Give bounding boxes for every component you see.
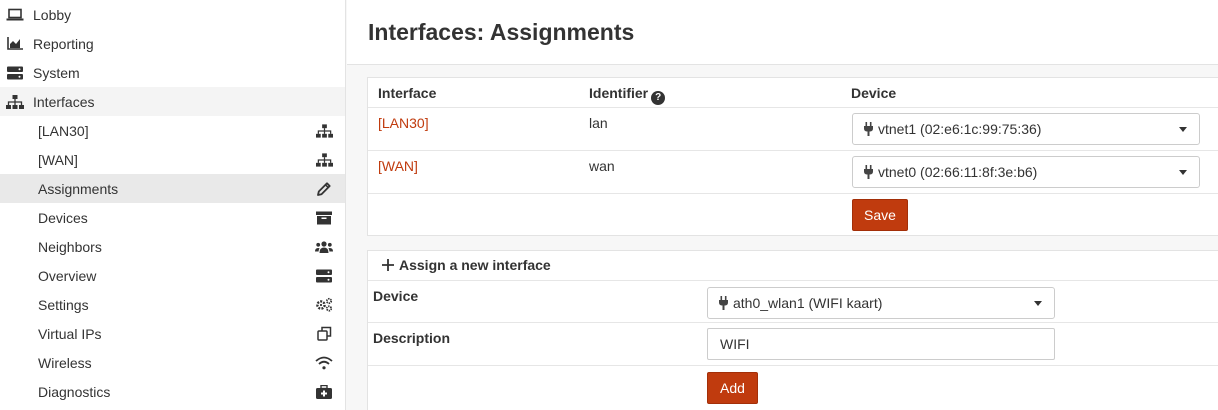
device-select-value: vtnet0 (02:66:11:8f:3e:b6) (878, 164, 1038, 180)
sidebar-item-system[interactable]: System (0, 58, 345, 87)
table-header: Interface Identifier? Device (368, 78, 1218, 108)
page-title: Interfaces: Assignments (347, 0, 1218, 65)
plug-icon (863, 122, 875, 136)
sidebar-item-wan[interactable]: [WAN] (0, 145, 345, 174)
sidebar-item-label: Assignments (38, 180, 119, 197)
help-icon[interactable]: ? (651, 90, 666, 105)
sitemap-icon (6, 94, 24, 109)
add-button[interactable]: Add (707, 372, 758, 404)
sidebar-item-label: Diagnostics (38, 383, 111, 400)
sidebar-item-label: Lobby (33, 6, 72, 23)
sidebar-item-label: Neighbors (38, 238, 102, 255)
sidebar-item-label: [LAN30] (38, 122, 89, 139)
sidebar-item-overview[interactable]: Overview (0, 261, 345, 290)
sidebar-item-devices[interactable]: Devices (0, 203, 345, 232)
cogs-icon (315, 297, 333, 313)
sidebar-item-virtual-ips[interactable]: Virtual IPs (0, 319, 345, 348)
new-device-select-value: ath0_wlan1 (WIFI kaart) (733, 295, 883, 311)
save-button[interactable]: Save (852, 199, 908, 231)
archive-icon (315, 210, 333, 226)
assign-new-interface-title: Assign a new interface (382, 257, 551, 273)
sitemap-icon (315, 123, 333, 139)
description-label: Description (373, 330, 451, 346)
column-header-interface: Interface (378, 85, 437, 101)
sidebar-item-assignments[interactable]: Assignments (0, 174, 345, 203)
description-input[interactable]: WIFI (707, 328, 1055, 360)
sidebar-item-diagnostics[interactable]: Diagnostics (0, 377, 345, 406)
sidebar-item-label: Devices (38, 209, 88, 226)
server-icon (315, 268, 333, 284)
sidebar-item-label: Virtual IPs (38, 325, 102, 342)
plug-icon (718, 296, 730, 310)
sidebar-item-label: Wireless (38, 354, 92, 371)
sidebar: Lobby Reporting System Interfaces [LAN30… (0, 0, 346, 410)
column-header-identifier: Identifier? (589, 85, 666, 105)
sidebar-item-label: Settings (38, 296, 89, 313)
sidebar-item-label: [WAN] (38, 151, 78, 168)
sidebar-item-neighbors[interactable]: Neighbors (0, 232, 345, 261)
pencil-icon (315, 181, 333, 197)
device-select-lan30[interactable]: vtnet1 (02:e6:1c:99:75:36) (852, 113, 1200, 145)
sidebar-item-label: Interfaces (33, 93, 95, 110)
sitemap-icon (315, 152, 333, 168)
laptop-icon (6, 8, 24, 22)
new-device-select[interactable]: ath0_wlan1 (WIFI kaart) (707, 287, 1055, 319)
sidebar-item-label: Overview (38, 267, 97, 284)
table-row: [LAN30] lan vtnet1 (02:e6:1c:99:75:36) (368, 108, 1218, 151)
sidebar-item-interfaces[interactable]: Interfaces (0, 87, 345, 116)
sidebar-item-reporting[interactable]: Reporting (0, 29, 345, 58)
column-header-identifier-label: Identifier (589, 85, 649, 101)
sidebar-item-lan30[interactable]: [LAN30] (0, 116, 345, 145)
chevron-down-icon (1179, 127, 1187, 132)
device-select-wan[interactable]: vtnet0 (02:66:11:8f:3e:b6) (852, 156, 1200, 188)
chevron-down-icon (1179, 170, 1187, 175)
sidebar-item-settings[interactable]: Settings (0, 290, 345, 319)
table-row: [WAN] wan vtnet0 (02:66:11:8f:3e:b6) (368, 151, 1218, 194)
assign-new-interface-panel: Assign a new interface Device ath0_wlan1… (367, 250, 1218, 410)
identifier-value: wan (589, 158, 615, 174)
sidebar-item-label: Reporting (33, 35, 94, 52)
identifier-value: lan (589, 115, 608, 131)
description-row: Description WIFI (368, 323, 1218, 366)
plus-icon (382, 259, 394, 271)
plug-icon (863, 165, 875, 179)
main-content: Interfaces: Assignments Interface Identi… (347, 0, 1218, 410)
sidebar-item-lobby[interactable]: Lobby (0, 0, 345, 29)
device-label: Device (373, 288, 419, 304)
clone-icon (315, 326, 333, 342)
area-chart-icon (6, 37, 24, 51)
users-icon (315, 239, 333, 255)
interface-link-lan30[interactable]: [LAN30] (378, 115, 429, 131)
assign-new-interface-label: Assign a new interface (399, 257, 551, 273)
device-row: Device ath0_wlan1 (WIFI kaart) (368, 280, 1218, 323)
panel-header: Assign a new interface (368, 251, 1218, 280)
medkit-icon (315, 384, 333, 400)
column-header-device: Device (851, 85, 897, 101)
wifi-icon (315, 355, 333, 371)
device-select-value: vtnet1 (02:e6:1c:99:75:36) (878, 121, 1042, 137)
assignments-table: Interface Identifier? Device [LAN30] lan… (367, 77, 1218, 236)
sidebar-item-label: System (33, 64, 80, 81)
chevron-down-icon (1034, 301, 1042, 306)
interface-link-wan[interactable]: [WAN] (378, 158, 418, 174)
sidebar-item-wireless[interactable]: Wireless (0, 348, 345, 377)
server-icon (6, 66, 24, 80)
